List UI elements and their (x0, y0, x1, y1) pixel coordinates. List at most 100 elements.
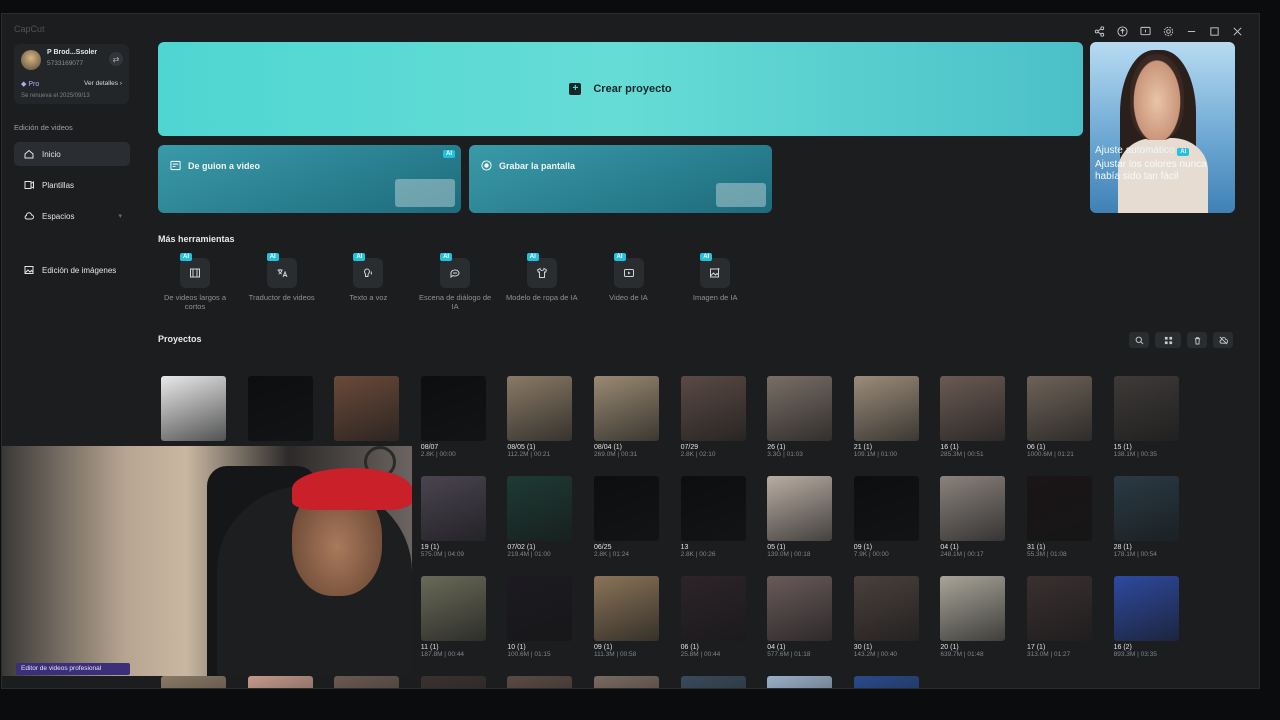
record-screen-card[interactable]: Grabar la pantalla (469, 145, 772, 213)
details-label: Ver detalles (84, 80, 119, 87)
project-thumbnail (767, 576, 833, 641)
project-card[interactable] (420, 676, 487, 688)
project-title: 09 (1) (594, 644, 613, 651)
tool-dialogue[interactable]: AI Escena de diálogo de IA (415, 253, 495, 311)
nav-label: Inicio (42, 149, 61, 159)
project-card[interactable] (334, 676, 400, 688)
project-card[interactable]: 09 (1) 7.9K | 00:00 (853, 476, 920, 558)
share-icon[interactable] (1090, 22, 1109, 40)
project-card[interactable]: 10 (1) 100.6M | 01:15 (507, 576, 573, 658)
project-card[interactable]: 09 (1) 111.3M | 00:58 (594, 576, 660, 658)
project-card[interactable]: 28 (1) 178.1M | 00:54 (1113, 476, 1180, 558)
project-meta: 100.6M | 01:15 (507, 651, 551, 658)
project-title: 31 (1) (1027, 544, 1046, 551)
nav-label: Espacios (42, 211, 75, 221)
project-card[interactable] (247, 376, 314, 444)
project-card[interactable] (853, 676, 920, 688)
profile-card[interactable]: P Brod...Ssoler 5733169077 ⇄ ◆ Pro Ver d… (14, 44, 129, 104)
nav-section-title: Edición de videos (14, 123, 73, 132)
view-details-link[interactable]: Ver detalles › (84, 80, 122, 87)
project-meta: 248.1M | 00:17 (940, 551, 984, 558)
ai-badge: AI (443, 150, 455, 158)
project-card[interactable]: 06 (1) 1000.6M | 01:21 (1027, 376, 1093, 458)
project-meta: 3.3G | 01:03 (767, 451, 803, 458)
project-card[interactable]: 20 (1) 639.7M | 01:48 (940, 576, 1006, 658)
project-card[interactable] (334, 376, 400, 444)
nav-item-spaces[interactable]: Espacios ▾ (14, 204, 130, 228)
nav-item-image-editing[interactable]: Edición de imágenes (14, 258, 130, 282)
tool-voice[interactable]: AI Texto a voz (328, 253, 408, 302)
upload-icon[interactable] (1113, 22, 1132, 40)
tool-video-ai[interactable]: AI Video de IA (589, 253, 669, 302)
project-card[interactable]: 08/04 (1) 269.0M | 00:31 (594, 376, 660, 458)
project-card[interactable]: 30 (1) 143.2M | 00:40 (853, 576, 920, 658)
switch-account-icon[interactable]: ⇄ (109, 52, 123, 66)
project-thumbnail (507, 376, 573, 441)
project-card[interactable]: 19 (1) 575.0M | 04:09 (420, 476, 487, 558)
project-card[interactable] (507, 676, 573, 688)
tool-image-ai[interactable]: AI Imagen de IA (675, 253, 755, 302)
view-toggle-icon[interactable] (1155, 332, 1181, 348)
project-thumbnail (1113, 576, 1179, 641)
create-project-button[interactable]: + Crear proyecto (158, 42, 1083, 136)
tool-shirt[interactable]: AI Modelo de ropa de IA (502, 253, 582, 302)
close-icon[interactable] (1228, 22, 1247, 40)
tool-film[interactable]: AI De videos largos a cortos (155, 253, 235, 311)
maximize-icon[interactable] (1205, 22, 1224, 40)
project-card[interactable] (247, 676, 314, 688)
feedback-icon[interactable] (1136, 22, 1155, 40)
project-meta: 285.3M | 00:51 (940, 451, 984, 458)
project-card[interactable] (767, 676, 833, 688)
card-title: De guion a video (188, 160, 261, 171)
project-meta: 575.0M | 04:09 (420, 551, 465, 558)
project-meta: 111.3M | 00:58 (594, 651, 637, 658)
project-thumbnail (161, 376, 226, 441)
avatar (21, 50, 41, 70)
project-card[interactable]: 07/02 (1) 219.4M | 01:00 (507, 476, 573, 558)
project-title: 21 (1) (853, 444, 873, 451)
capcut-window: CapCut P Brod...Ssoler 5733169077 ⇄ ◆ Pr… (1, 13, 1260, 689)
ai-badge: AI (526, 253, 539, 261)
project-card[interactable]: 11 (1) 187.8M | 00:44 (420, 576, 487, 658)
project-thumbnail (507, 676, 573, 688)
promo-banner[interactable]: Ajuste automático AI Ajustar los colores… (1090, 42, 1235, 213)
project-card[interactable] (594, 676, 660, 688)
project-title: 04 (1) (940, 544, 959, 551)
project-card[interactable]: 05 (1) 139.0M | 00:18 (767, 476, 833, 558)
project-card[interactable] (161, 376, 227, 444)
project-card[interactable]: 21 (1) 109.1M | 01:00 (853, 376, 920, 458)
script-to-video-card[interactable]: De guion a video AI (158, 145, 461, 213)
project-card[interactable]: 15 (1) 138.1M | 00:35 (1113, 376, 1180, 458)
settings-icon[interactable] (1159, 22, 1178, 40)
project-card[interactable]: 04 (1) 577.6M | 01:18 (767, 576, 833, 658)
project-card[interactable]: 16 (1) 285.3M | 00:51 (940, 376, 1006, 458)
cloud-off-icon[interactable] (1213, 332, 1233, 348)
ai-badge: AI (613, 253, 626, 261)
project-thumbnail (853, 676, 919, 688)
project-card[interactable]: 13 2.8K | 00:26 (680, 476, 747, 558)
project-card[interactable]: 17 (1) 313.0M | 01:27 (1027, 576, 1093, 658)
card-illustration (395, 179, 455, 207)
nav-item-home[interactable]: Inicio (14, 142, 130, 166)
project-thumbnail (767, 676, 833, 688)
project-card[interactable]: 06 (1) 25.8M | 00:44 (680, 576, 747, 658)
project-card[interactable]: 06/25 2.8K | 01:24 (594, 476, 660, 558)
trash-icon[interactable] (1187, 332, 1207, 348)
profile-name: P Brod...Ssoler (47, 49, 98, 56)
project-card[interactable]: 04 (1) 248.1M | 00:17 (940, 476, 1006, 558)
project-card[interactable]: 08/05 (1) 112.2M | 00:21 (507, 376, 573, 458)
nav-label: Plantillas (42, 180, 75, 190)
project-card[interactable]: 08/07 2.8K | 00:00 (420, 376, 487, 458)
nav-item-templates[interactable]: Plantillas (14, 173, 130, 197)
project-meta: 2.8K | 00:00 (420, 451, 456, 458)
project-card[interactable]: 31 (1) 55.3M | 01:08 (1027, 476, 1093, 558)
project-card[interactable]: 07/29 2.8K | 02:10 (680, 376, 747, 458)
project-card[interactable] (680, 676, 747, 688)
minimize-icon[interactable] (1182, 22, 1201, 40)
search-icon[interactable] (1129, 332, 1149, 348)
project-card[interactable] (161, 676, 227, 688)
project-title: 08/04 (1) (594, 444, 623, 451)
project-card[interactable]: 16 (2) 893.3M | 03:35 (1113, 576, 1180, 658)
project-card[interactable]: 26 (1) 3.3G | 01:03 (767, 376, 833, 458)
tool-translate[interactable]: AI Traductor de videos (242, 253, 322, 302)
